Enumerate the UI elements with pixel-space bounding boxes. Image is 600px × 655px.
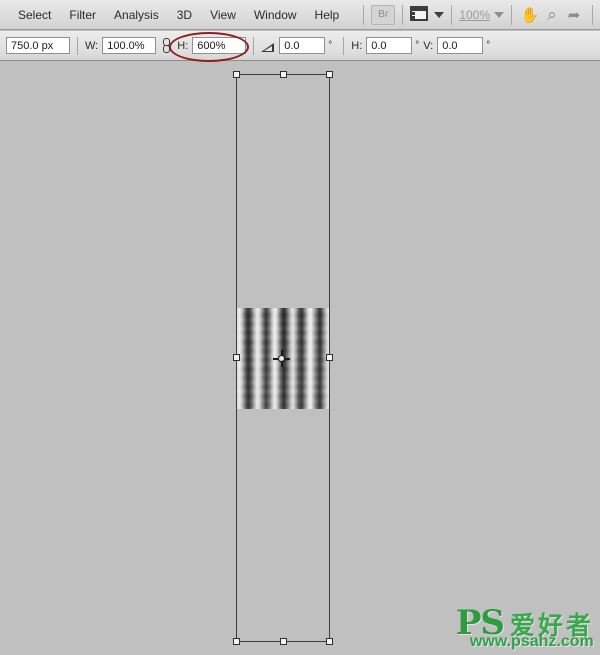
- menu-item-view[interactable]: View: [202, 5, 244, 25]
- watermark-url-text: www.psahz.com: [469, 633, 594, 650]
- reference-point-arm-right: [285, 358, 290, 360]
- menu-item-filter[interactable]: Filter: [61, 5, 104, 25]
- reference-point-arm-top: [281, 350, 283, 355]
- zoom-chevron-down-icon[interactable]: [494, 11, 504, 18]
- transform-handle-bottom-center[interactable]: [280, 638, 287, 645]
- width-label: W:: [85, 39, 99, 52]
- constrain-proportions-chain-icon[interactable]: [160, 37, 173, 55]
- options-divider-3: [343, 36, 345, 55]
- menu-item-3d[interactable]: 3D: [169, 5, 200, 25]
- menubar-divider-1: [363, 4, 365, 25]
- skew-vertical-field[interactable]: 0.0: [437, 37, 484, 54]
- zoom-level-label[interactable]: 100%: [459, 8, 490, 22]
- skew-vertical-label: V:: [423, 39, 434, 52]
- skew-horizontal-field[interactable]: 0.0: [366, 37, 413, 54]
- arrange-chevron-down-icon[interactable]: [434, 11, 445, 18]
- rotation-degree-symbol: °: [328, 40, 333, 51]
- menubar-divider-2: [402, 4, 404, 25]
- menubar-divider-5: [592, 4, 593, 25]
- transform-handle-bottom-left[interactable]: [233, 638, 240, 645]
- transform-handle-top-left[interactable]: [233, 71, 240, 78]
- reference-point-arm-left: [273, 358, 278, 360]
- zoom-tool-icon[interactable]: ⌕: [541, 5, 563, 25]
- arrange-pane-shape-1: [411, 12, 416, 15]
- skew-horizontal-degree-symbol: °: [415, 40, 420, 51]
- menu-bar: Select Filter Analysis 3D View Window He…: [0, 0, 600, 30]
- menubar-divider-3: [451, 4, 453, 25]
- position-y-field[interactable]: 750.0 px: [6, 37, 70, 54]
- menu-item-window[interactable]: Window: [246, 5, 305, 25]
- transform-handle-top-center[interactable]: [280, 71, 287, 78]
- reference-point-arm-bottom: [281, 362, 283, 367]
- transform-handle-top-right[interactable]: [326, 71, 333, 78]
- skew-horizontal-label: H:: [351, 39, 363, 52]
- transform-handle-bottom-right[interactable]: [326, 638, 333, 645]
- site-watermark: PS 爱好者 www.psahz.com: [456, 606, 594, 651]
- arrange-documents-icon[interactable]: [410, 6, 430, 23]
- menu-item-select[interactable]: Select: [10, 5, 59, 25]
- rotate-angle-icon: [261, 40, 275, 52]
- reference-point-ring-shape: [278, 355, 285, 362]
- options-divider-1: [77, 36, 78, 55]
- menubar-divider-4: [511, 4, 512, 25]
- rotate-view-tool-icon[interactable]: ➦: [563, 5, 585, 25]
- tool-options-bar: 750.0 px W: 100.0% H: 600% 0.0 ° H: 0.0 …: [0, 31, 600, 61]
- transform-reference-point[interactable]: [273, 350, 290, 367]
- chain-link-bottom-shape: [163, 44, 171, 53]
- launch-bridge-button[interactable]: Br: [371, 4, 396, 25]
- menu-item-help[interactable]: Help: [307, 5, 348, 25]
- document-canvas[interactable]: PS 爱好者 www.psahz.com: [0, 62, 600, 655]
- arrange-titlebar-shape: [410, 6, 429, 11]
- angle-triangle-inner-shape: [264, 45, 273, 51]
- width-percent-field[interactable]: 100.0%: [102, 37, 157, 54]
- arrange-pane-shape-2: [411, 16, 416, 19]
- skew-vertical-degree-symbol: °: [486, 40, 491, 51]
- transform-handle-middle-right[interactable]: [326, 354, 333, 361]
- rotation-angle-field[interactable]: 0.0: [279, 37, 326, 54]
- options-divider-2: [253, 36, 255, 55]
- height-percent-field[interactable]: 600%: [192, 37, 247, 54]
- transform-handle-middle-left[interactable]: [233, 354, 240, 361]
- hand-tool-icon[interactable]: ✋: [519, 5, 541, 25]
- menu-item-analysis[interactable]: Analysis: [106, 5, 167, 25]
- height-label: H:: [177, 39, 189, 52]
